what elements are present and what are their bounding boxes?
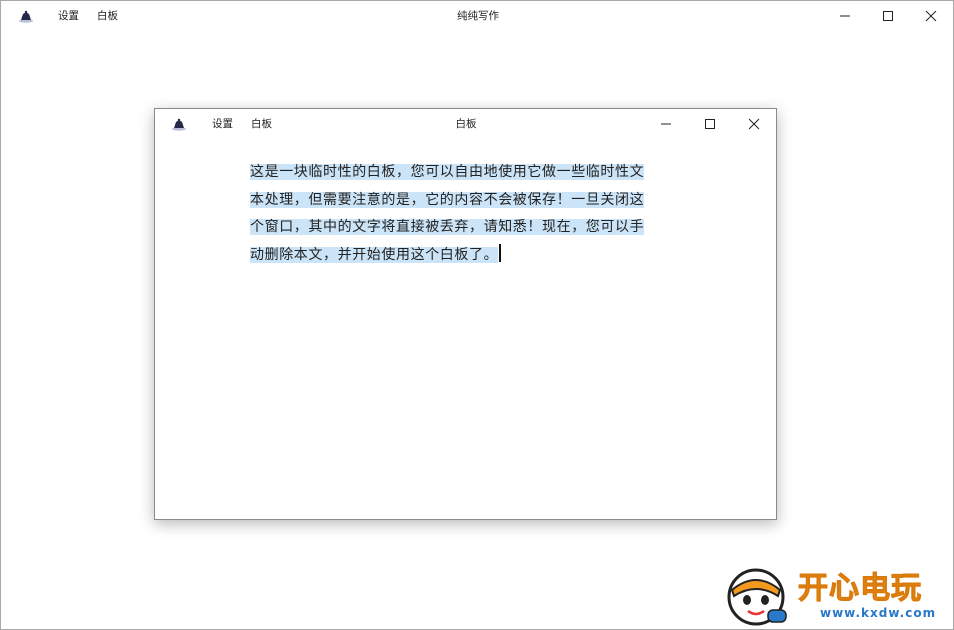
dialog-titlebar[interactable]: 设置 白板 白板 [155, 109, 776, 139]
dialog-maximize-button[interactable] [688, 109, 732, 139]
minimize-button[interactable] [823, 1, 867, 31]
app-hat-icon [18, 9, 34, 25]
main-window-title: 纯纯写作 [457, 10, 499, 22]
selected-text: 动删除本文，并开始使用这个白板了。 [250, 246, 499, 263]
maximize-icon [705, 119, 715, 129]
watermark-url: www.kxdw.com [820, 606, 937, 620]
maximize-icon [883, 11, 893, 21]
selected-text: 个窗口，其中的文字将直接被丢弃，请知悉！现在，您可以手 [250, 219, 645, 235]
dialog-minimize-button[interactable] [644, 109, 688, 139]
close-icon [748, 118, 760, 130]
whiteboard-dialog: 设置 白板 白板 这是一块临时性的白板，您可以自由地使用它做一些临时性文 本处理… [154, 108, 777, 520]
main-titlebar[interactable]: 设置 白板 纯纯写作 [1, 1, 953, 31]
close-button[interactable] [909, 1, 953, 31]
app-hat-icon [171, 117, 187, 133]
selected-text: 这是一块临时性的白板，您可以自由地使用它做一些临时性文 [250, 164, 645, 180]
minimize-icon [840, 15, 850, 17]
maximize-button[interactable] [866, 1, 910, 31]
watermark-logo: 开心电玩 www.kxdw.com [724, 566, 950, 626]
text-caret [499, 243, 501, 262]
whiteboard-editor[interactable]: 这是一块临时性的白板，您可以自由地使用它做一些临时性文 本处理，但需要注意的是，… [250, 159, 690, 269]
mascot-logo-icon [727, 568, 787, 626]
close-icon [925, 10, 937, 22]
dialog-menu-whiteboard[interactable]: 白板 [251, 117, 272, 131]
menu-whiteboard[interactable]: 白板 [97, 9, 118, 23]
menu-settings[interactable]: 设置 [58, 9, 79, 23]
minimize-icon [661, 123, 671, 125]
editor-line: 本处理，但需要注意的是，它的内容不会被保存！一旦关闭这 [250, 187, 690, 215]
selected-text: 本处理，但需要注意的是，它的内容不会被保存！一旦关闭这 [250, 191, 645, 208]
dialog-close-button[interactable] [732, 109, 776, 139]
editor-line: 这是一块临时性的白板，您可以自由地使用它做一些临时性文 [250, 159, 690, 187]
editor-line: 动删除本文，并开始使用这个白板了。 [250, 242, 690, 270]
dialog-menu-settings[interactable]: 设置 [212, 117, 233, 131]
watermark-brand: 开心电玩 [798, 571, 922, 606]
dialog-title: 白板 [455, 118, 477, 130]
editor-line: 个窗口，其中的文字将直接被丢弃，请知悉！现在，您可以手 [250, 214, 690, 242]
